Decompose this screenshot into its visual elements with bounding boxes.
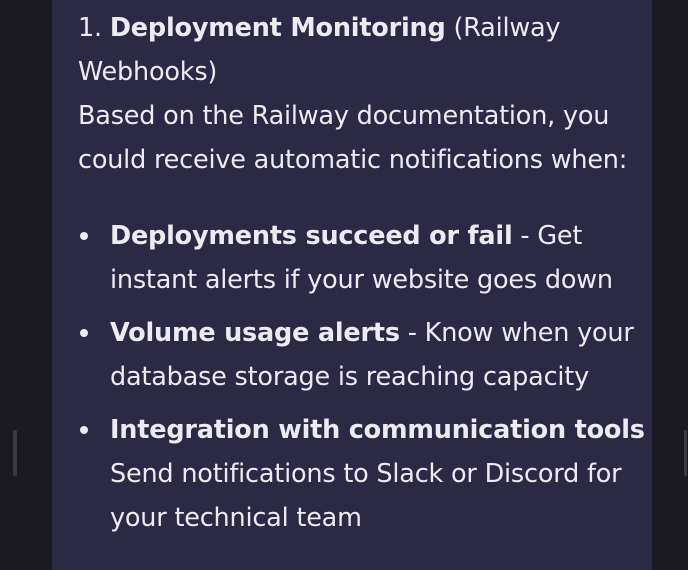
scrollbar-thumb[interactable] xyxy=(684,430,687,476)
list-item-text: database storage is reaching capacity xyxy=(110,362,589,392)
list-item-text: Send notifications to Slack or Discord f… xyxy=(110,459,622,489)
section-title-suffix-continued: Webhooks) xyxy=(78,57,218,87)
bullet-dot-icon xyxy=(80,426,88,434)
intro-line: could receive automatic notifications wh… xyxy=(78,145,628,175)
list-item-title: Deployments succeed or fail xyxy=(110,221,513,251)
section-title-suffix: (Railway xyxy=(453,13,561,43)
notification-list: Deployments succeed or fail - Get instan… xyxy=(78,214,662,540)
left-gutter xyxy=(0,0,24,570)
bullet-dot-icon xyxy=(80,329,88,337)
right-gutter xyxy=(652,0,688,570)
message-content: 1. Deployment Monitoring (Railway Webhoo… xyxy=(78,6,662,549)
section-title: Deployment Monitoring xyxy=(109,13,446,43)
list-item-text: your technical team xyxy=(110,503,362,533)
intro-paragraph: Based on the Railway documentation, you … xyxy=(78,94,638,182)
list-item-text: - Get xyxy=(512,221,583,251)
section-number: 1. xyxy=(78,13,102,43)
list-item: Deployments succeed or fail - Get instan… xyxy=(78,214,638,302)
resize-handle-left[interactable] xyxy=(13,430,17,476)
list-item-text: instant alerts if your website goes down xyxy=(110,265,613,295)
list-item-text: - Know when your xyxy=(399,318,634,348)
list-item-title: Volume usage alerts xyxy=(110,318,400,348)
intro-line: Based on the Railway documentation, you xyxy=(78,101,610,131)
chat-message-panel: 1. Deployment Monitoring (Railway Webhoo… xyxy=(52,0,662,570)
list-item: Integration with communication tools - S… xyxy=(78,408,662,540)
bullet-dot-icon xyxy=(80,232,88,240)
section-heading: 1. Deployment Monitoring (Railway xyxy=(78,6,638,50)
list-item: Volume usage alerts - Know when your dat… xyxy=(78,311,638,399)
list-item-title: Integration with communication tools xyxy=(110,415,645,445)
